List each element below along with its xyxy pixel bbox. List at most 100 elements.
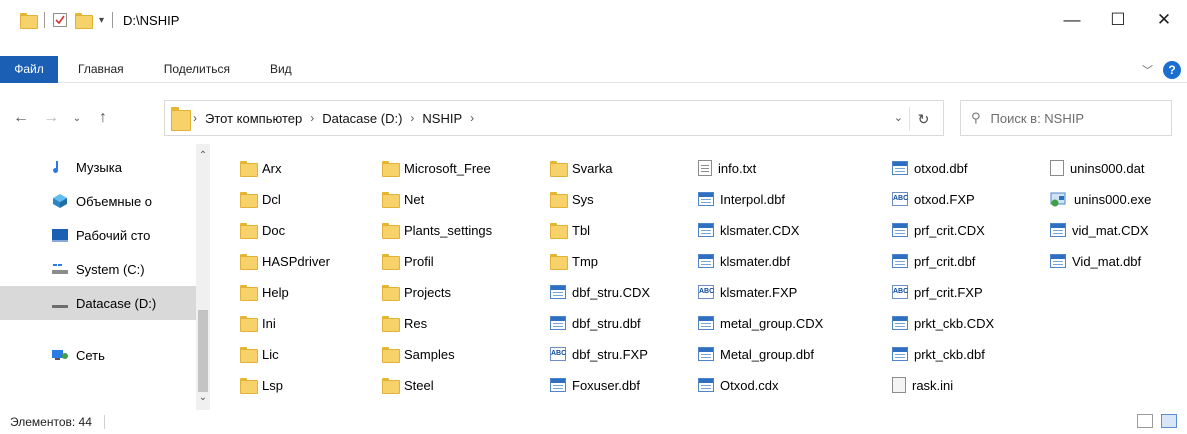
nav-item-network[interactable]: Сеть	[0, 338, 196, 372]
minimize-button[interactable]: —	[1049, 0, 1095, 40]
file-item[interactable]: dbf_stru.dbf	[550, 311, 641, 335]
file-item[interactable]: Foxuser.dbf	[550, 373, 640, 397]
file-name: klsmater.CDX	[720, 222, 800, 238]
file-item[interactable]: Metal_group.dbf	[698, 342, 814, 366]
file-item[interactable]: prkt_ckb.dbf	[892, 342, 985, 366]
file-item[interactable]: dbf_stru.CDX	[550, 280, 650, 304]
file-item[interactable]: prf_crit.CDX	[892, 218, 985, 242]
file-name: vid_mat.CDX	[1072, 222, 1149, 238]
file-item[interactable]: metal_group.CDX	[698, 311, 823, 335]
folder-item[interactable]: Plants_settings	[382, 218, 492, 242]
scroll-up-icon[interactable]: ⌃	[196, 150, 210, 161]
chevron-right-icon[interactable]: ›	[470, 111, 474, 125]
item-count: Элементов: 44	[10, 415, 92, 429]
file-item[interactable]: Interpol.dbf	[698, 187, 785, 211]
file-item[interactable]: prkt_ckb.CDX	[892, 311, 994, 335]
folder-item[interactable]: Tmp	[550, 249, 598, 273]
details-view-icon[interactable]	[1137, 414, 1153, 428]
folder-item[interactable]: HASPdriver	[240, 249, 330, 273]
file-item[interactable]: klsmater.dbf	[698, 249, 790, 273]
file-item[interactable]: Vid_mat.dbf	[1050, 249, 1141, 273]
breadcrumb-nship[interactable]: NSHIP	[422, 111, 462, 126]
maximize-button[interactable]: ☐	[1095, 0, 1141, 40]
chevron-right-icon[interactable]: ›	[310, 111, 314, 125]
forward-icon[interactable]: →	[40, 109, 62, 127]
recent-locations-icon[interactable]: ⌄	[66, 113, 88, 124]
chevron-right-icon[interactable]: ›	[193, 111, 197, 125]
tab-home[interactable]: Главная	[58, 62, 144, 76]
file-name: Arx	[262, 160, 282, 176]
nav-item-datacase-d[interactable]: Datacase (D:)	[0, 286, 196, 320]
file-item[interactable]: unins000.dat	[1050, 156, 1144, 180]
file-name: prf_crit.CDX	[914, 222, 985, 238]
divider	[44, 12, 45, 28]
folder-item[interactable]: Dcl	[240, 187, 281, 211]
folder-icon	[550, 254, 568, 270]
address-bar[interactable]: › Этот компьютер › Datacase (D:) › NSHIP…	[164, 100, 944, 136]
quick-access-toolbar: ▾ D:\NSHIP	[0, 0, 179, 40]
file-item[interactable]: ABC klsmater.FXP	[698, 280, 797, 304]
scrollbar-thumb[interactable]	[198, 310, 208, 392]
expand-ribbon-icon[interactable]: ﹀	[1142, 62, 1153, 78]
folder-item[interactable]: Profil	[382, 249, 434, 273]
database-file-icon	[892, 161, 908, 175]
properties-icon[interactable]	[53, 13, 67, 27]
tab-share[interactable]: Поделиться	[144, 62, 250, 76]
close-button[interactable]: ✕	[1141, 0, 1187, 40]
up-icon[interactable]: ↑	[92, 109, 114, 127]
scroll-down-icon[interactable]: ⌄	[196, 392, 210, 403]
folder-item[interactable]: Help	[240, 280, 289, 304]
nav-item-system-c[interactable]: System (C:)	[0, 252, 196, 286]
large-icons-view-icon[interactable]	[1161, 414, 1177, 428]
folder-icon	[171, 107, 191, 131]
chevron-right-icon[interactable]: ›	[410, 111, 414, 125]
folder-item[interactable]: Tbl	[550, 218, 590, 242]
file-item[interactable]: klsmater.CDX	[698, 218, 799, 242]
file-name: Otxod.cdx	[720, 377, 779, 393]
file-item[interactable]: otxod.dbf	[892, 156, 968, 180]
breadcrumb-this-pc[interactable]: Этот компьютер	[205, 111, 302, 126]
file-name: Tbl	[572, 222, 591, 238]
search-input[interactable]: ⚲ Поиск в: NSHIP	[960, 100, 1172, 136]
file-item[interactable]: ABC prf_crit.FXP	[892, 280, 983, 304]
nav-item-desktop[interactable]: Рабочий сто	[0, 218, 196, 252]
nav-item-3d-objects[interactable]: Объемные о	[0, 184, 196, 218]
file-item[interactable]: info.txt	[698, 156, 756, 180]
folder-icon	[240, 378, 258, 394]
breadcrumb-datacase[interactable]: Datacase (D:)	[322, 111, 402, 126]
new-folder-icon[interactable]	[75, 13, 93, 29]
nav-scrollbar[interactable]: ⌃ ⌄	[196, 144, 210, 410]
folder-item[interactable]: Lsp	[240, 373, 283, 397]
file-item[interactable]: unins000.exe	[1050, 187, 1151, 211]
folder-item[interactable]: Res	[382, 311, 427, 335]
folder-item[interactable]: Projects	[382, 280, 451, 304]
folder-item[interactable]: Lic	[240, 342, 279, 366]
folder-item[interactable]: Sys	[550, 187, 594, 211]
file-item[interactable]: ABC otxod.FXP	[892, 187, 975, 211]
folder-item[interactable]: Arx	[240, 156, 282, 180]
tab-file[interactable]: Файл	[0, 55, 58, 83]
file-item[interactable]: prf_crit.dbf	[892, 249, 975, 273]
file-name: dbf_stru.dbf	[572, 315, 641, 331]
folder-item[interactable]: Ini	[240, 311, 276, 335]
nav-item-music[interactable]: Музыка	[0, 150, 196, 184]
tab-view[interactable]: Вид	[250, 62, 312, 76]
folder-item[interactable]: Svarka	[550, 156, 612, 180]
file-name: Plants_settings	[404, 222, 493, 238]
refresh-icon[interactable]: ↻	[909, 107, 937, 131]
folder-item[interactable]: Steel	[382, 373, 434, 397]
file-item[interactable]: rask.ini	[892, 373, 953, 397]
back-icon[interactable]: ←	[10, 109, 32, 127]
ribbon-tabs: Файл Главная Поделиться Вид ﹀ ?	[0, 55, 1187, 83]
folder-item[interactable]: Doc	[240, 218, 285, 242]
address-dropdown-icon[interactable]: ⌄	[894, 111, 903, 124]
customize-toolbar-icon[interactable]: ▾	[99, 15, 104, 26]
file-item[interactable]: vid_mat.CDX	[1050, 218, 1149, 242]
file-item[interactable]: ABC dbf_stru.FXP	[550, 342, 648, 366]
help-icon[interactable]: ?	[1163, 60, 1181, 79]
folder-item[interactable]: Microsoft_Free	[382, 156, 491, 180]
folder-item[interactable]: Samples	[382, 342, 455, 366]
file-name: klsmater.FXP	[720, 284, 798, 300]
file-item[interactable]: Otxod.cdx	[698, 373, 779, 397]
folder-item[interactable]: Net	[382, 187, 424, 211]
